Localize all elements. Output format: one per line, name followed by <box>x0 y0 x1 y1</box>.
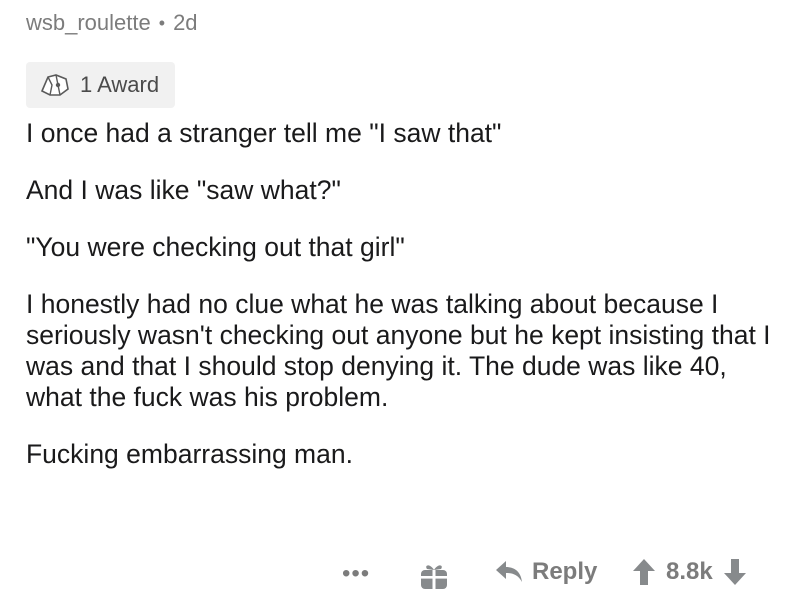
comment-paragraph: I honestly had no clue what he was talki… <box>26 289 771 412</box>
meta-separator: • <box>158 12 166 33</box>
give-award-button[interactable] <box>418 560 450 592</box>
comment: wsb_roulette • 2d 1 Award I once had a s… <box>0 0 800 608</box>
comment-paragraph: Fucking embarrassing man. <box>26 439 353 469</box>
comment-paragraph: I once had a stranger tell me "I saw tha… <box>26 118 502 148</box>
score: 8.8k <box>666 558 713 585</box>
comment-paragraph: And I was like "saw what?" <box>26 175 341 205</box>
reply-label: Reply <box>532 558 598 585</box>
award-badge[interactable]: 1 Award <box>26 62 176 108</box>
downvote-button[interactable] <box>723 558 747 586</box>
comment-paragraph: "You were checking out that girl" <box>26 232 405 262</box>
reply-icon <box>496 561 522 582</box>
award-label: 1 Award <box>80 72 160 97</box>
comment-actions: ••• Reply 8.8k <box>0 552 800 602</box>
downvote-arrow-icon <box>723 559 746 585</box>
comment-body: I once had a stranger tell me "I saw tha… <box>26 118 774 496</box>
upvote-button[interactable] <box>632 558 656 586</box>
author-name[interactable]: wsb_roulette <box>26 10 151 36</box>
comment-age[interactable]: 2d <box>173 10 197 36</box>
reply-button[interactable]: Reply <box>494 558 597 586</box>
vote-controls: 8.8k <box>632 558 747 586</box>
award-icon <box>38 71 72 99</box>
upvote-arrow-icon <box>633 559 655 585</box>
gift-icon <box>421 565 447 589</box>
more-options-button[interactable]: ••• <box>342 560 370 588</box>
comment-meta: wsb_roulette • 2d <box>26 10 198 36</box>
